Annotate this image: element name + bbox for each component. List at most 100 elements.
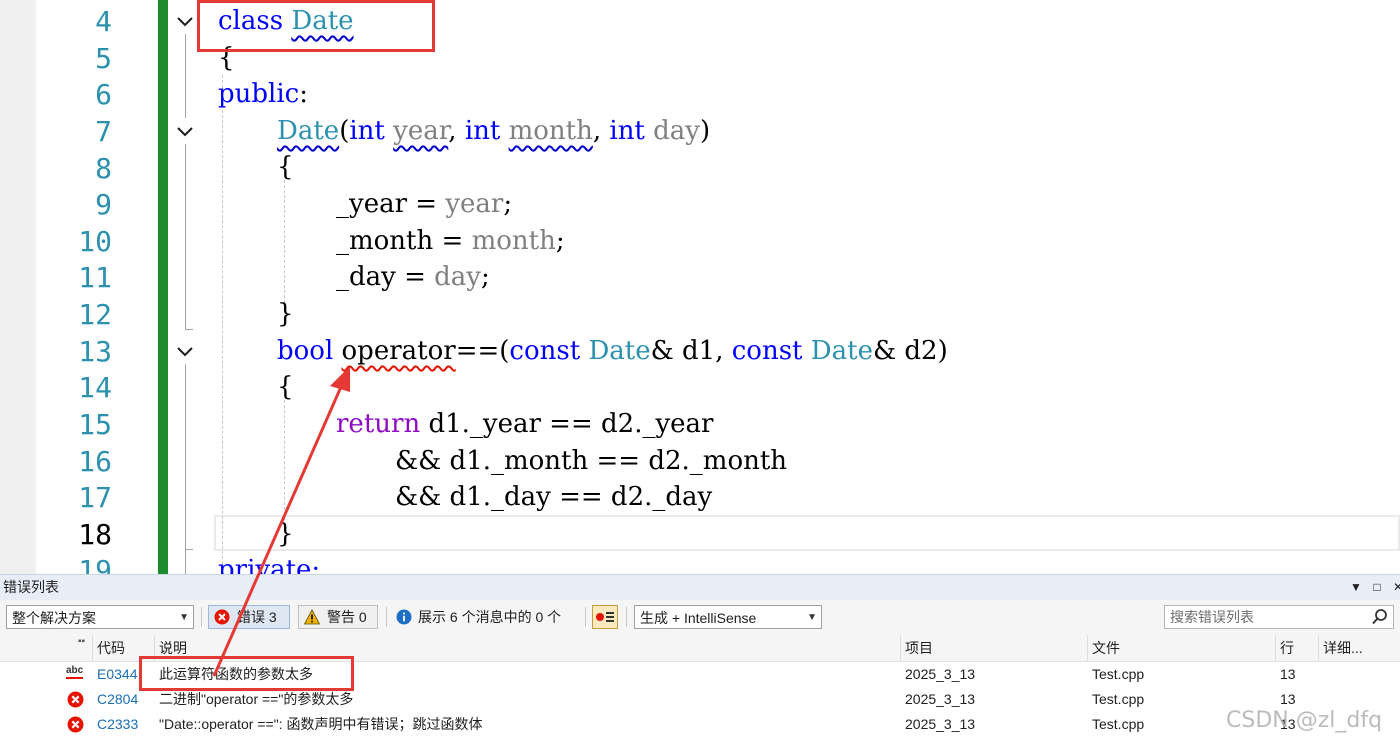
column-header-line[interactable]: 行 [1275, 635, 1318, 661]
type-int: int [349, 116, 385, 146]
return-expr: d1._year == d2._year [420, 409, 714, 439]
type-bool: bool [277, 336, 334, 366]
param-day: day [653, 116, 700, 146]
line-number: 10 [78, 225, 112, 258]
indent-guide [284, 400, 285, 520]
error-row[interactable]: C2333 "Date::operator ==": 函数声明中有错误；跳过函数… [0, 712, 1400, 737]
code-line-12: } [277, 299, 294, 329]
line-number: 4 [95, 5, 112, 38]
code-line-7: Date(int year, int month, int day) [277, 113, 710, 149]
paren: ( [339, 116, 350, 146]
error-file: Test.cpp [1092, 716, 1145, 732]
keyword-const: const [509, 336, 581, 366]
param-d1: & d1, [650, 336, 732, 366]
line-number: 13 [78, 335, 112, 368]
collapse-chevron-icon[interactable] [174, 11, 196, 33]
fold-end-tick [185, 549, 193, 550]
line-number-current: 18 [78, 518, 112, 551]
warning-icon [304, 609, 320, 625]
line-number: 15 [78, 408, 112, 441]
build-source-value: 生成 + IntelliSense [640, 610, 757, 626]
error-code-link[interactable]: E0344 [97, 662, 137, 687]
errors-filter-button[interactable]: 错误 3 [208, 605, 290, 629]
column-header-file[interactable]: 文件 [1087, 635, 1275, 661]
line-number: 9 [95, 188, 112, 221]
constructor-name: Date [277, 116, 340, 146]
collapse-chevron-icon[interactable] [174, 341, 196, 363]
error-list-toolbar: 整个解决方案 ▼ 错误 3 警告 0 展示 6 个消息中的 0 个 生成 + I… [0, 601, 1400, 633]
code-line-14: { [277, 372, 294, 402]
messages-filter-button[interactable]: 展示 6 个消息中的 0 个 [394, 605, 561, 629]
code-line-16: && d1._month == d2._month [395, 446, 788, 476]
code-line-9: _year = year; [336, 186, 512, 222]
error-description: "Date::operator ==": 函数声明中有错误；跳过函数体 [159, 716, 483, 732]
line-number: 5 [95, 42, 112, 75]
code-line-11: _day = day; [336, 259, 490, 295]
error-icon [214, 609, 230, 625]
comma: , [448, 116, 465, 146]
semicolon: ; [503, 189, 513, 219]
operator-symbol: ==( [455, 336, 510, 366]
errors-label: 错误 3 [237, 609, 277, 625]
build-source-dropdown[interactable]: 生成 + IntelliSense ▼ [634, 605, 822, 629]
line-number: 6 [95, 78, 112, 111]
code-line-19: private: [218, 555, 321, 574]
column-header-details[interactable]: 详细... [1318, 635, 1400, 661]
semicolon: ; [481, 262, 490, 292]
chevron-down-icon: ▼ [179, 612, 189, 623]
close-icon[interactable]: ✕ [1390, 579, 1400, 595]
scope-dropdown[interactable]: 整个解决方案 ▼ [6, 605, 194, 629]
error-code-link[interactable]: C2804 [97, 687, 138, 712]
param-year: year [393, 116, 449, 146]
indent-guide [284, 180, 285, 308]
messages-label: 展示 6 个消息中的 0 个 [418, 609, 562, 625]
fold-line [185, 364, 186, 574]
error-project: 2025_3_13 [905, 716, 976, 732]
assign-lhs: _day = [336, 262, 435, 292]
collapse-chevron-icon[interactable] [174, 121, 196, 143]
column-header-project[interactable]: 项目 [900, 635, 1087, 661]
type-int: int [464, 116, 501, 146]
type-int: int [609, 116, 645, 146]
line-number: 19 [78, 554, 112, 574]
warnings-label: 警告 0 [327, 609, 367, 625]
info-icon [396, 609, 412, 625]
code-editor[interactable]: 4 5 6 7 8 9 10 11 12 13 14 15 16 17 18 1… [0, 0, 1400, 574]
toolbar-separator [201, 607, 202, 627]
type-date: Date [588, 336, 651, 366]
type-date: Date [810, 336, 873, 366]
toolbar-separator [386, 607, 387, 627]
comma: , [592, 116, 610, 146]
editor-margin [0, 0, 36, 574]
semicolon: ; [555, 226, 565, 256]
keyword-const: const [731, 336, 803, 366]
line-number: 8 [95, 152, 112, 185]
error-project: 2025_3_13 [905, 666, 976, 682]
dropdown-arrow-icon[interactable]: ▼ [1348, 579, 1364, 595]
line-number: 7 [95, 115, 112, 148]
search-error-list-input[interactable]: 搜索错误列表 [1164, 605, 1394, 629]
annotation-box-class [197, 0, 435, 52]
line-number: 11 [78, 261, 112, 294]
sort-indicator-icon[interactable]: ▪▪ [78, 629, 85, 655]
warnings-filter-button[interactable]: 警告 0 [298, 605, 378, 629]
line-number: 14 [78, 371, 112, 404]
error-code-link[interactable]: C2333 [97, 712, 138, 737]
error-file: Test.cpp [1092, 691, 1145, 707]
maximize-icon[interactable]: □ [1369, 579, 1385, 595]
line-number: 16 [78, 445, 112, 478]
filter-toggle-button[interactable] [592, 605, 618, 629]
toolbar-separator [585, 607, 586, 627]
change-tracking-bar [158, 0, 168, 574]
intellisense-spell-icon: abc [66, 665, 84, 679]
panel-title-bar: 错误列表 ▼ □ ✕ [0, 575, 1400, 600]
annotation-box-error [139, 656, 354, 691]
fold-line [185, 144, 186, 330]
search-icon [1372, 609, 1387, 625]
keyword-return: return [336, 409, 421, 439]
code-line-6: public: [218, 76, 308, 112]
param-month: month [508, 116, 593, 146]
param-d2: & d2) [872, 336, 948, 366]
fold-end-tick [185, 329, 193, 330]
panel-title: 错误列表 [3, 579, 59, 595]
